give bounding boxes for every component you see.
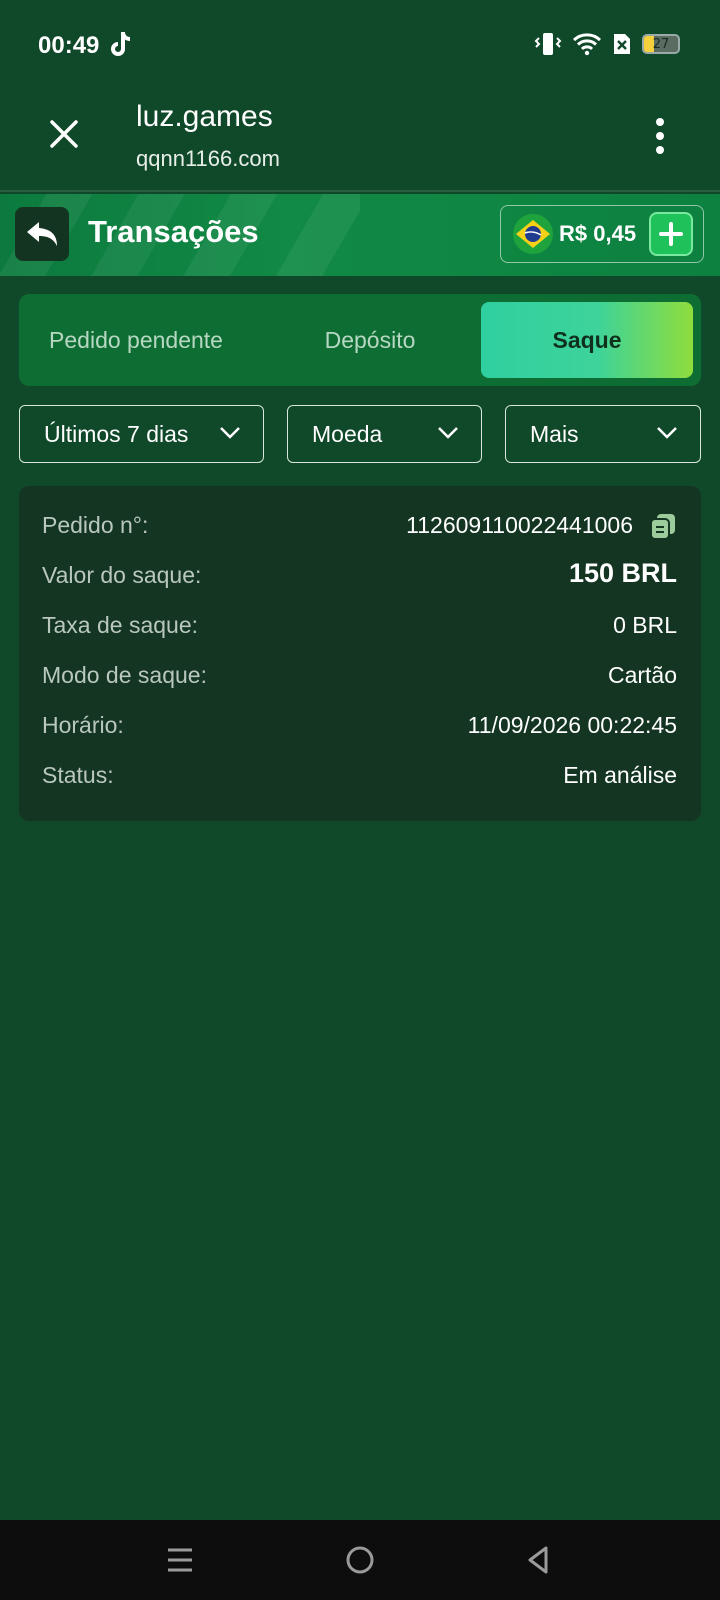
clock: 00:49 — [38, 32, 100, 59]
withdrawal-amount-value: 150 BRL — [568, 558, 677, 588]
time-row: Horário: 11/09/2026 00:22:45 — [42, 706, 677, 746]
home-icon[interactable] — [342, 1542, 378, 1578]
tab-withdrawal[interactable]: Saque — [481, 302, 693, 378]
plus-icon — [659, 222, 683, 246]
page-header: Transações R$ 0,45 — [0, 194, 720, 276]
withdrawal-mode-row: Modo de saque: Cartão — [42, 656, 677, 696]
chevron-down-icon — [220, 427, 240, 439]
transaction-tabs: Pedido pendente Depósito Saque — [19, 294, 701, 386]
copy-icon[interactable] — [649, 512, 677, 540]
no-sim-icon — [614, 34, 630, 54]
status-row: Status: Em análise — [42, 756, 677, 796]
period-filter-dropdown[interactable]: Últimos 7 dias — [19, 405, 264, 463]
brazil-flag-icon — [513, 214, 553, 254]
withdrawal-amount-row: Valor do saque: 150 BRL — [42, 556, 677, 596]
more-filter-dropdown[interactable]: Mais — [505, 405, 701, 463]
browser-bar: luz.games qqnn1166.com — [0, 92, 720, 192]
vibrate-icon — [534, 33, 562, 55]
page-title: Transações — [88, 214, 259, 249]
site-url: qqnn1166.com — [136, 146, 280, 171]
withdrawal-amount-label: Valor do saque: — [42, 562, 202, 588]
battery-icon: 27 — [642, 34, 680, 54]
chevron-down-icon — [438, 427, 458, 439]
withdrawal-mode-value: Cartão — [607, 662, 677, 688]
tab-deposit[interactable]: Depósito — [261, 302, 479, 378]
balance-box[interactable]: R$ 0,45 — [500, 205, 704, 263]
back-arrow-icon — [27, 222, 57, 246]
withdrawal-fee-label: Taxa de saque: — [42, 612, 199, 638]
order-number-value: 112609110022441006 — [406, 512, 633, 538]
system-navigation-bar — [0, 1520, 720, 1600]
recent-apps-icon[interactable] — [162, 1542, 198, 1578]
wifi-icon — [572, 33, 602, 56]
time-value: 11/09/2026 00:22:45 — [467, 712, 677, 738]
order-number-row: Pedido n°: 112609110022441006 — [42, 506, 677, 546]
currency-filter-label: Moeda — [312, 420, 383, 447]
close-icon[interactable] — [44, 114, 84, 154]
balance-amount: R$ 0,45 — [559, 221, 637, 246]
currency-filter-dropdown[interactable]: Moeda — [287, 405, 482, 463]
transaction-card: Pedido n°: 112609110022441006 Valor do s… — [19, 486, 701, 821]
withdrawal-fee-value: 0 BRL — [613, 612, 677, 638]
back-nav-icon[interactable] — [520, 1542, 556, 1578]
more-filter-label: Mais — [530, 420, 579, 447]
more-options-icon[interactable] — [652, 116, 668, 156]
withdrawal-mode-label: Modo de saque: — [42, 662, 207, 688]
back-button[interactable] — [15, 207, 69, 261]
tab-pending-order[interactable]: Pedido pendente — [27, 302, 245, 378]
chevron-down-icon — [657, 427, 677, 439]
status-bar: 00:49 27 — [0, 0, 720, 92]
period-filter-label: Últimos 7 dias — [44, 420, 189, 447]
site-title: luz.games — [136, 100, 273, 133]
status-value: Em análise — [563, 762, 677, 788]
withdrawal-fee-row: Taxa de saque: 0 BRL — [42, 606, 677, 646]
tiktok-icon — [111, 32, 130, 56]
time-label: Horário: — [42, 712, 124, 738]
add-funds-button[interactable] — [649, 212, 693, 256]
order-number-label: Pedido n°: — [42, 512, 149, 538]
status-label: Status: — [42, 762, 114, 788]
